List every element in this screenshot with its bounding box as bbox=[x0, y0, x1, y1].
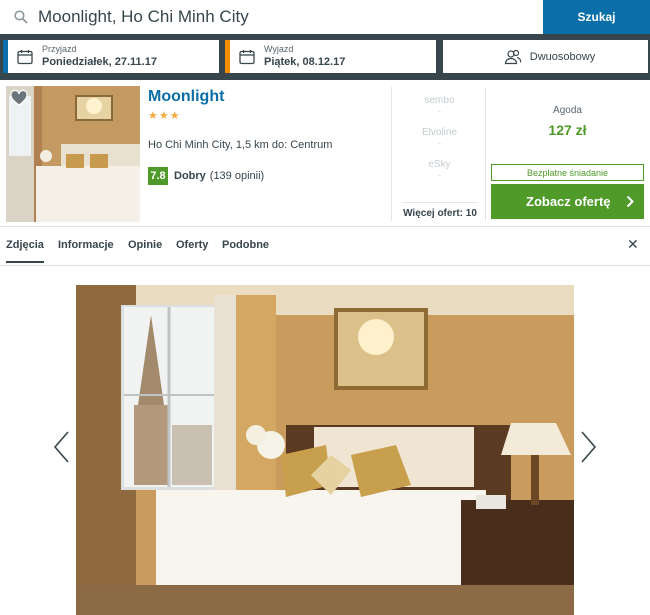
deal-price: - bbox=[438, 106, 441, 116]
checkin-label: Przyjazd bbox=[42, 44, 77, 54]
photo-gallery[interactable] bbox=[76, 285, 574, 615]
score-badge: 7.8 bbox=[148, 167, 168, 185]
heart-icon[interactable] bbox=[10, 90, 28, 106]
review-rating[interactable]: 7.8 Dobry (139 opinii) bbox=[148, 167, 264, 185]
view-deal-label: Zobacz ofertę bbox=[526, 194, 611, 209]
chevron-left-icon[interactable] bbox=[52, 430, 70, 464]
chevron-right-icon[interactable] bbox=[580, 430, 598, 464]
checkin-field[interactable]: Przyjazd Poniedziałek, 27.11.17 bbox=[3, 40, 219, 73]
checkout-value: Piątek, 08.12.17 bbox=[264, 56, 346, 68]
checkout-label: Wyjazd bbox=[264, 44, 294, 54]
deal-item[interactable]: sembo - bbox=[392, 95, 487, 117]
search-button[interactable]: Szukaj bbox=[543, 0, 650, 34]
search-icon bbox=[14, 10, 28, 24]
tab-offers[interactable]: Oferty bbox=[176, 239, 208, 251]
calendar-icon bbox=[239, 49, 255, 64]
deal-provider: sembo bbox=[424, 95, 455, 106]
best-provider: Agoda bbox=[553, 105, 582, 116]
people-icon bbox=[504, 49, 522, 64]
review-count: (139 opinii) bbox=[209, 170, 265, 182]
deal-provider: Elvoline bbox=[421, 127, 458, 138]
hotel-thumbnail[interactable] bbox=[6, 86, 140, 222]
hotel-name[interactable]: Moonlight bbox=[148, 88, 224, 106]
hotel-room-photo bbox=[76, 285, 574, 615]
star-rating: ★★★ bbox=[148, 110, 181, 122]
checkout-field[interactable]: Wyjazd Piątek, 08.12.17 bbox=[225, 40, 436, 73]
tab-photos[interactable]: Zdjęcia bbox=[6, 239, 44, 263]
hotel-location: Ho Chi Minh City, 1,5 km do: Centrum bbox=[148, 139, 333, 151]
room-type-field[interactable]: Dwuosobowy bbox=[443, 40, 648, 73]
close-icon[interactable]: ✕ bbox=[627, 236, 639, 253]
deal-price: - bbox=[438, 170, 441, 180]
chevron-right-icon bbox=[626, 195, 634, 208]
tab-reviews[interactable]: Opinie bbox=[128, 239, 162, 251]
deal-provider: eSky bbox=[428, 159, 451, 170]
tab-info[interactable]: Informacje bbox=[58, 239, 114, 251]
deal-item[interactable]: Elvoline - bbox=[392, 127, 487, 149]
free-breakfast-badge: Bezpłatne śniadanie bbox=[491, 164, 644, 181]
score-word: Dobry bbox=[174, 170, 206, 182]
calendar-icon bbox=[17, 49, 33, 64]
best-price[interactable]: 127 zł bbox=[490, 122, 645, 138]
search-query: Moonlight, Ho Chi Minh City bbox=[38, 7, 249, 26]
deal-price: - bbox=[438, 138, 441, 148]
deals-list: sembo - Elvoline - eSky - Więcej ofert: … bbox=[391, 87, 486, 221]
detail-tabs: Zdjęcia Informacje Opinie Oferty Podobne bbox=[0, 228, 650, 266]
hotel-thumbnail-image bbox=[6, 86, 140, 222]
view-deal-button[interactable]: Zobacz ofertę bbox=[491, 184, 644, 219]
search-bar: Moonlight, Ho Chi Minh City Szukaj Przyj… bbox=[0, 0, 650, 80]
search-input[interactable]: Moonlight, Ho Chi Minh City bbox=[0, 0, 543, 34]
deal-item[interactable]: eSky - bbox=[392, 159, 487, 181]
tab-similar[interactable]: Podobne bbox=[222, 239, 269, 251]
hotel-card: Moonlight ★★★ Ho Chi Minh City, 1,5 km d… bbox=[0, 82, 650, 227]
checkin-value: Poniedziałek, 27.11.17 bbox=[42, 56, 157, 68]
more-offers-link[interactable]: Więcej ofert: 10 bbox=[402, 202, 478, 219]
room-type-value: Dwuosobowy bbox=[529, 50, 596, 63]
